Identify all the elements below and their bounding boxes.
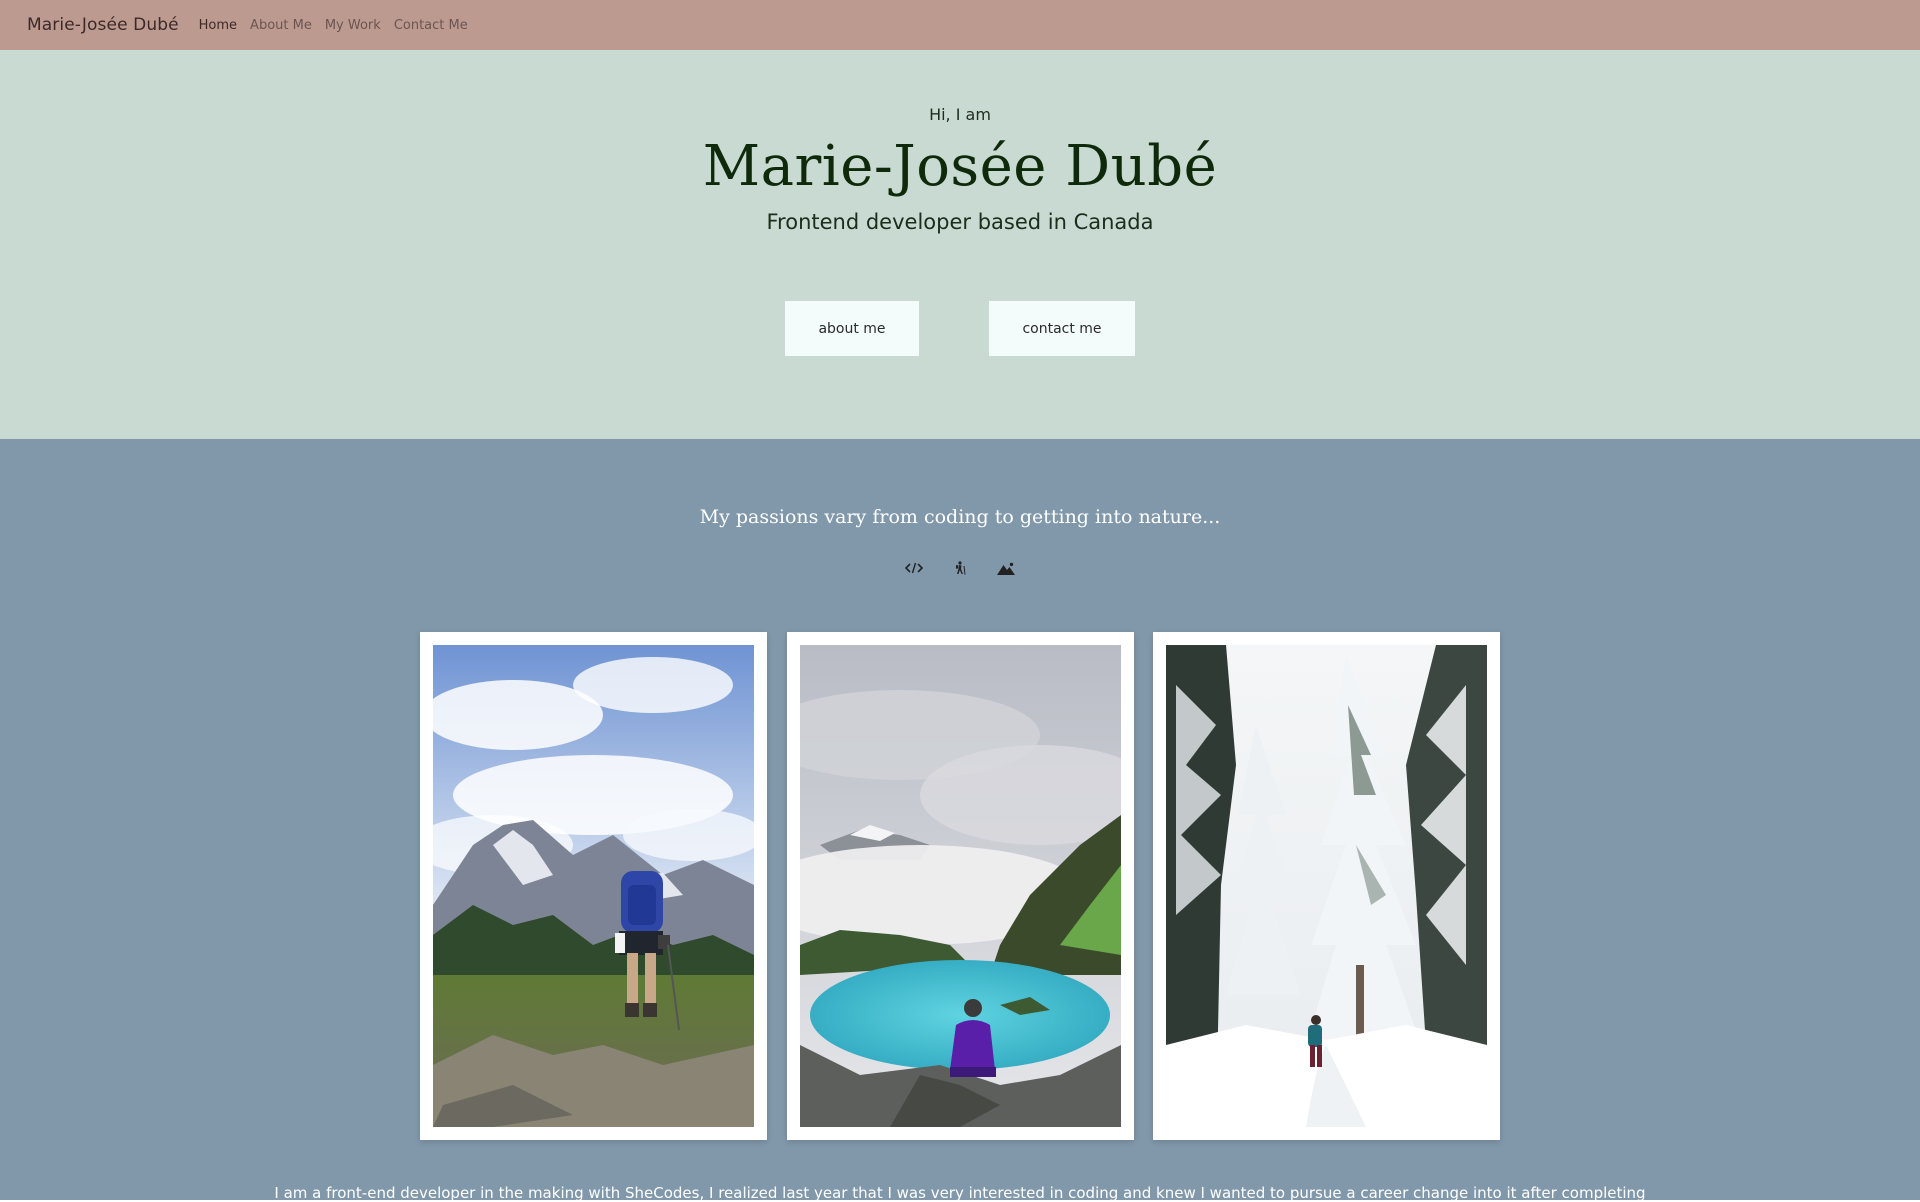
brand-name[interactable]: Marie-Josée Dubé [27,15,179,35]
nav-link-contact-me[interactable]: Contact Me [394,18,468,33]
top-navbar: Marie-Josée Dubé Home About Me My Work C… [0,0,1920,50]
hiking-icon [950,560,970,576]
photo-card-hiker [420,632,767,1140]
passions-section: My passions vary from coding to getting … [0,439,1920,1202]
hero-subtitle: Frontend developer based in Canada [766,210,1154,234]
photo-card-snow [1153,632,1500,1140]
mountain-icon [996,560,1016,576]
code-icon [904,560,924,576]
nav-link-home[interactable]: Home [199,18,237,33]
hiker-mountain-photo [433,645,754,1127]
hero-name: Marie-Josée Dubé [702,134,1218,199]
photo-card-lake [787,632,1134,1140]
nav-link-my-work[interactable]: My Work [325,18,381,33]
nav-link-about-me[interactable]: About Me [250,18,312,33]
passions-title: My passions vary from coding to getting … [699,506,1221,528]
lake-view-photo [800,645,1121,1127]
about-paragraph: I am a front-end developer in the making… [274,1184,1646,1202]
contact-me-button[interactable]: contact me [989,301,1135,356]
about-me-button[interactable]: about me [785,301,919,356]
hero-section: Hi, I am Marie-Josée Dubé Frontend devel… [0,50,1920,439]
hero-greeting: Hi, I am [929,105,991,124]
snowy-forest-photo [1166,645,1487,1127]
passion-icons [0,560,1920,576]
